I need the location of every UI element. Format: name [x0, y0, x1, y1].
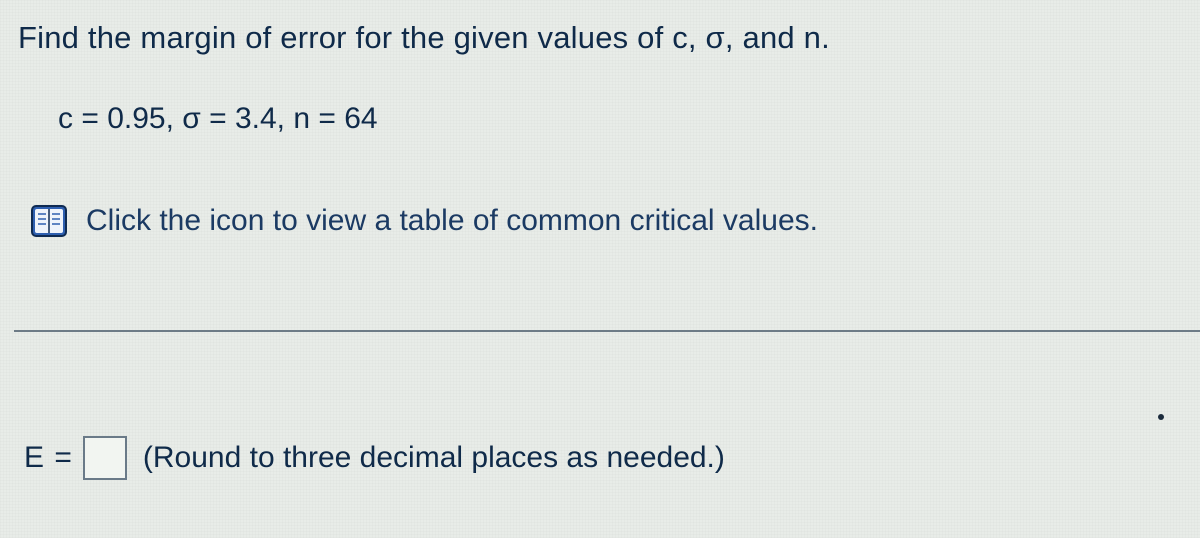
book-icon — [28, 200, 70, 242]
decorative-dot — [1158, 414, 1164, 420]
margin-of-error-input[interactable] — [83, 436, 127, 480]
section-divider — [14, 330, 1200, 332]
question-prompt: Find the margin of error for the given v… — [18, 20, 830, 56]
answer-row: E = (Round to three decimal places as ne… — [24, 436, 725, 480]
critical-values-link-text: Click the icon to view a table of common… — [86, 204, 818, 238]
answer-label: E = — [24, 441, 73, 475]
given-values: c = 0.95, σ = 3.4, n = 64 — [58, 102, 378, 136]
rounding-hint: (Round to three decimal places as needed… — [143, 441, 725, 475]
critical-values-link[interactable]: Click the icon to view a table of common… — [28, 200, 818, 242]
